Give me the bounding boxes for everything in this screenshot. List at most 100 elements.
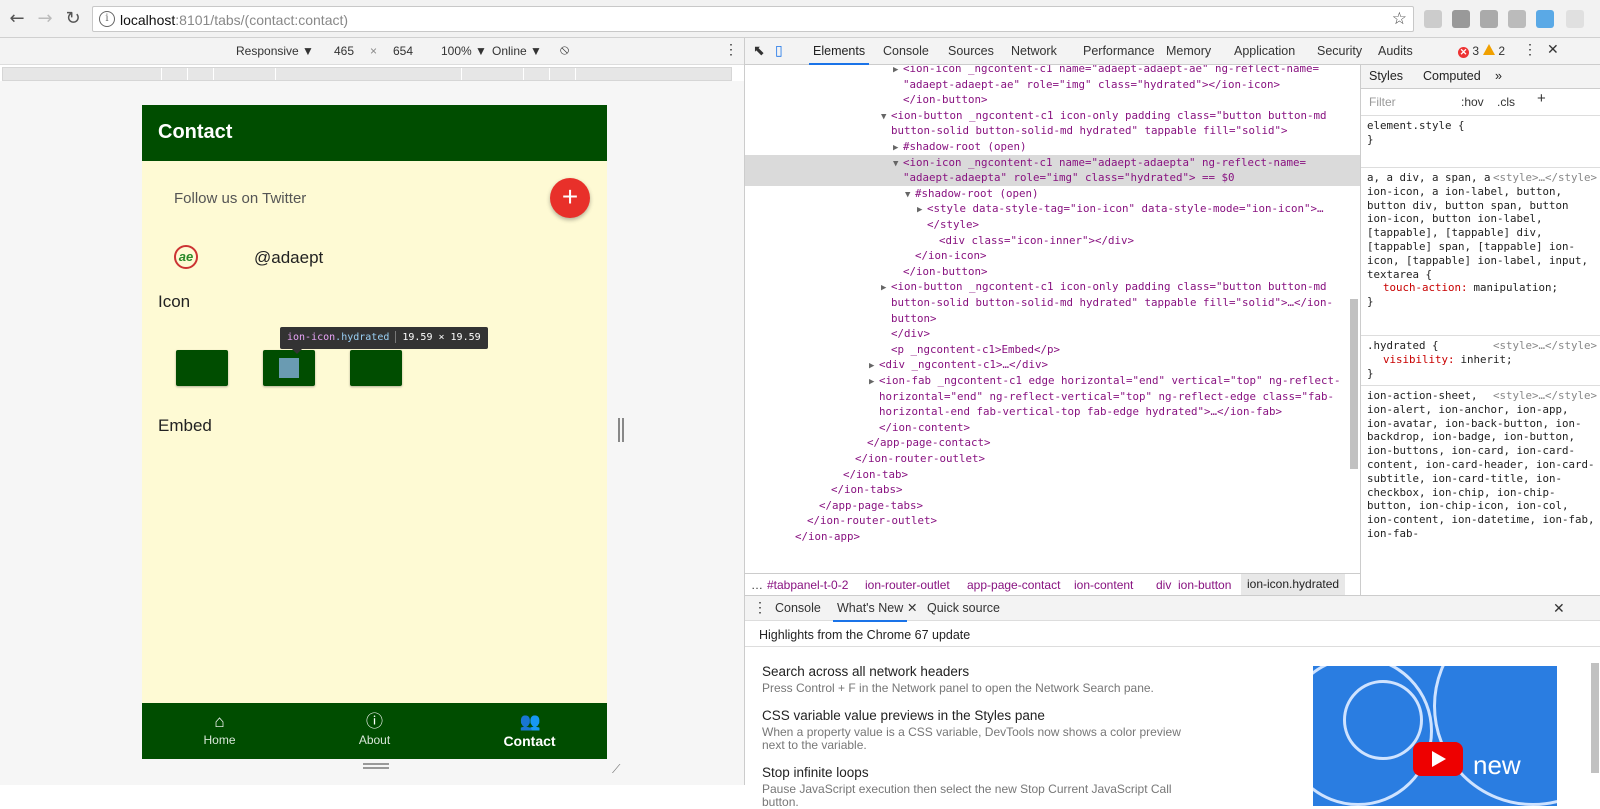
dom-node-line[interactable]: </ion-router-outlet> bbox=[745, 513, 1360, 529]
style-rule[interactable]: <style>…</style> .hydrated {visibility: in… bbox=[1367, 339, 1597, 380]
tab-computed[interactable]: Computed bbox=[1423, 69, 1481, 84]
style-rule[interactable]: <style>…</style> ion-action-sheet, ion-al… bbox=[1367, 389, 1597, 541]
dom-node-line[interactable]: ▼ <ion-button _ngcontent-c1 icon-only pad… bbox=[745, 108, 1360, 124]
cast-icon[interactable] bbox=[1452, 10, 1470, 28]
drawer-tab-whats-new[interactable]: What's New bbox=[832, 601, 908, 622]
news-item[interactable]: CSS variable value previews in the Style… bbox=[762, 708, 1202, 752]
more-options-icon[interactable]: ⋮ bbox=[724, 41, 738, 58]
dom-node-line[interactable]: button> bbox=[745, 311, 1360, 327]
dom-node-line[interactable]: <div class="icon-inner"></div> bbox=[745, 233, 1360, 249]
breadcrumb-item[interactable]: ion-content bbox=[1074, 578, 1133, 592]
tab-audits[interactable]: Audits bbox=[1378, 44, 1413, 58]
drawer-tab-console[interactable]: Console bbox=[775, 601, 821, 615]
icon-button[interactable] bbox=[263, 350, 315, 386]
icon-button[interactable] bbox=[176, 350, 228, 386]
expand-toggle-icon[interactable]: ▶ bbox=[881, 281, 891, 295]
dom-node-line[interactable]: </ion-button> bbox=[745, 264, 1360, 280]
warning-count[interactable]: 2 bbox=[1483, 44, 1505, 58]
cls-toggle[interactable]: .cls bbox=[1497, 95, 1515, 110]
dom-node-line[interactable]: ▼ <ion-icon _ngcontent-c1 name="adaept-ad… bbox=[745, 154, 1360, 171]
breadcrumb-item[interactable]: ion-router-outlet bbox=[865, 578, 950, 592]
tab-application[interactable]: Application bbox=[1234, 44, 1295, 58]
icon-button[interactable] bbox=[350, 350, 402, 386]
rotate-icon[interactable]: ⦸ bbox=[560, 41, 569, 58]
close-icon[interactable]: ✕ bbox=[1547, 41, 1559, 58]
expand-toggle-icon[interactable]: ▼ bbox=[893, 157, 903, 171]
breadcrumb-item[interactable]: ion-button bbox=[1178, 578, 1231, 592]
expand-toggle-icon[interactable]: ▶ bbox=[893, 141, 903, 155]
tab-home[interactable]: ⌂ Home bbox=[142, 703, 297, 759]
play-icon[interactable] bbox=[1413, 742, 1463, 776]
expand-toggle-icon[interactable]: ▶ bbox=[869, 375, 879, 389]
expand-toggle-icon[interactable]: ▼ bbox=[905, 188, 915, 202]
dom-node-line[interactable]: </style> bbox=[745, 217, 1360, 233]
dom-node-line[interactable]: ▶ <div _ngcontent-c1>…</div> bbox=[745, 357, 1360, 373]
media-query-ruler[interactable] bbox=[2, 67, 732, 81]
extension-icon[interactable] bbox=[1508, 10, 1526, 28]
dom-node-line[interactable]: horizontal="end" ng-reflect-vertical="to… bbox=[745, 389, 1360, 405]
filter-input[interactable]: Filter bbox=[1369, 95, 1396, 110]
tab-sources[interactable]: Sources bbox=[948, 44, 994, 58]
hov-toggle[interactable]: :hov bbox=[1461, 95, 1484, 110]
news-item[interactable]: Search across all network headers Press … bbox=[762, 664, 1202, 695]
breadcrumb-item[interactable]: #tabpanel-t-0-2 bbox=[767, 578, 848, 592]
viewport-height[interactable]: 654 bbox=[393, 44, 413, 58]
style-rule[interactable]: <style>…</style> a, a div, a span, a ion-… bbox=[1367, 171, 1597, 309]
dom-node-line[interactable]: </ion-router-outlet> bbox=[745, 451, 1360, 467]
resize-handle[interactable] bbox=[618, 418, 624, 442]
style-property[interactable]: visibility: inherit; bbox=[1367, 353, 1597, 367]
tab-about[interactable]: ⓘ About bbox=[297, 703, 452, 759]
dom-node-line[interactable]: ▶ #shadow-root (open) bbox=[745, 139, 1360, 155]
expand-toggle-icon[interactable]: ▶ bbox=[893, 65, 903, 77]
tab-elements[interactable]: Elements bbox=[808, 44, 870, 65]
tab-contact[interactable]: 👥 Contact bbox=[452, 703, 607, 759]
dom-node-line[interactable]: </ion-tab> bbox=[745, 467, 1360, 483]
back-icon[interactable]: ← bbox=[6, 8, 28, 30]
viewport-width[interactable]: 465 bbox=[334, 44, 354, 58]
dom-node-line[interactable]: ▶ <ion-button _ngcontent-c1 icon-only pad… bbox=[745, 279, 1360, 295]
breadcrumb-item[interactable]: app-page-contact bbox=[967, 578, 1060, 592]
dom-node-line[interactable]: ▶ <style data-style-tag="ion-icon" data-s… bbox=[745, 201, 1360, 217]
tab-network[interactable]: Network bbox=[1011, 44, 1057, 58]
more-tabs-icon[interactable]: » bbox=[1495, 69, 1502, 84]
dom-node-line[interactable]: </app-page-contact> bbox=[745, 435, 1360, 451]
style-property[interactable]: touch-action: manipulation; bbox=[1367, 281, 1597, 295]
extension-icon[interactable] bbox=[1566, 10, 1584, 28]
dom-node-line[interactable]: button-solid button-solid-md hydrated" t… bbox=[745, 123, 1360, 139]
address-bar[interactable]: i localhost:8101/tabs/(contact:contact) … bbox=[92, 6, 1414, 32]
breadcrumb-item-active[interactable]: ion-icon.hydrated bbox=[1241, 574, 1346, 595]
dom-node-line[interactable]: </ion-tabs> bbox=[745, 482, 1360, 498]
dom-node-line[interactable]: </ion-app> bbox=[745, 529, 1360, 545]
dom-node-line[interactable]: button-solid button-solid-md hydrated" t… bbox=[745, 295, 1360, 311]
dom-tree[interactable]: ▶ <ion-icon _ngcontent-c1 name="adaept-ad… bbox=[745, 65, 1360, 573]
dom-node-line[interactable]: ▼ #shadow-root (open) bbox=[745, 186, 1360, 202]
drawer-tab-quick-source[interactable]: Quick source bbox=[927, 601, 1000, 615]
dom-node-line[interactable]: ▶ <ion-icon _ngcontent-c1 name="adaept-ad… bbox=[745, 65, 1360, 77]
dom-node-line[interactable]: </ion-icon> bbox=[745, 248, 1360, 264]
expand-toggle-icon[interactable]: ▼ bbox=[881, 110, 891, 124]
drawer-menu-icon[interactable]: ⋮ bbox=[753, 599, 767, 616]
rule-source-link[interactable]: <style>…</style> bbox=[1493, 389, 1597, 403]
extension-icon[interactable] bbox=[1424, 10, 1442, 28]
twitter-handle[interactable]: @adaept bbox=[254, 248, 323, 268]
extension-icon[interactable] bbox=[1480, 10, 1498, 28]
zoom-select[interactable]: 100% ▼ bbox=[441, 44, 487, 58]
more-icon[interactable]: … bbox=[751, 578, 763, 592]
close-tab-icon[interactable]: ✕ bbox=[907, 600, 917, 615]
dom-node-line[interactable]: "adaept-adaepta" role="img" class="hydra… bbox=[745, 170, 1360, 187]
device-mode-select[interactable]: Responsive ▼ bbox=[236, 44, 314, 58]
dom-node-line[interactable]: </ion-button> bbox=[745, 92, 1360, 108]
forward-icon[interactable]: → bbox=[34, 8, 56, 30]
dom-node-line[interactable]: <p _ngcontent-c1>Embed</p> bbox=[745, 342, 1360, 358]
style-rule[interactable]: element.style {} bbox=[1367, 119, 1597, 147]
tab-memory[interactable]: Memory bbox=[1166, 44, 1211, 58]
tab-styles[interactable]: Styles bbox=[1369, 69, 1403, 84]
tab-security[interactable]: Security bbox=[1317, 44, 1362, 58]
device-toggle-icon[interactable]: ▯ bbox=[775, 42, 783, 59]
add-rule-icon[interactable]: + bbox=[1537, 91, 1546, 106]
dom-node-line[interactable]: </ion-content> bbox=[745, 420, 1360, 436]
error-count[interactable]: ✕ 3 bbox=[1458, 44, 1479, 58]
reload-icon[interactable]: ↻ bbox=[62, 8, 84, 30]
breadcrumb-item[interactable]: div bbox=[1156, 578, 1171, 592]
drawer-scrollbar[interactable] bbox=[1590, 651, 1600, 786]
